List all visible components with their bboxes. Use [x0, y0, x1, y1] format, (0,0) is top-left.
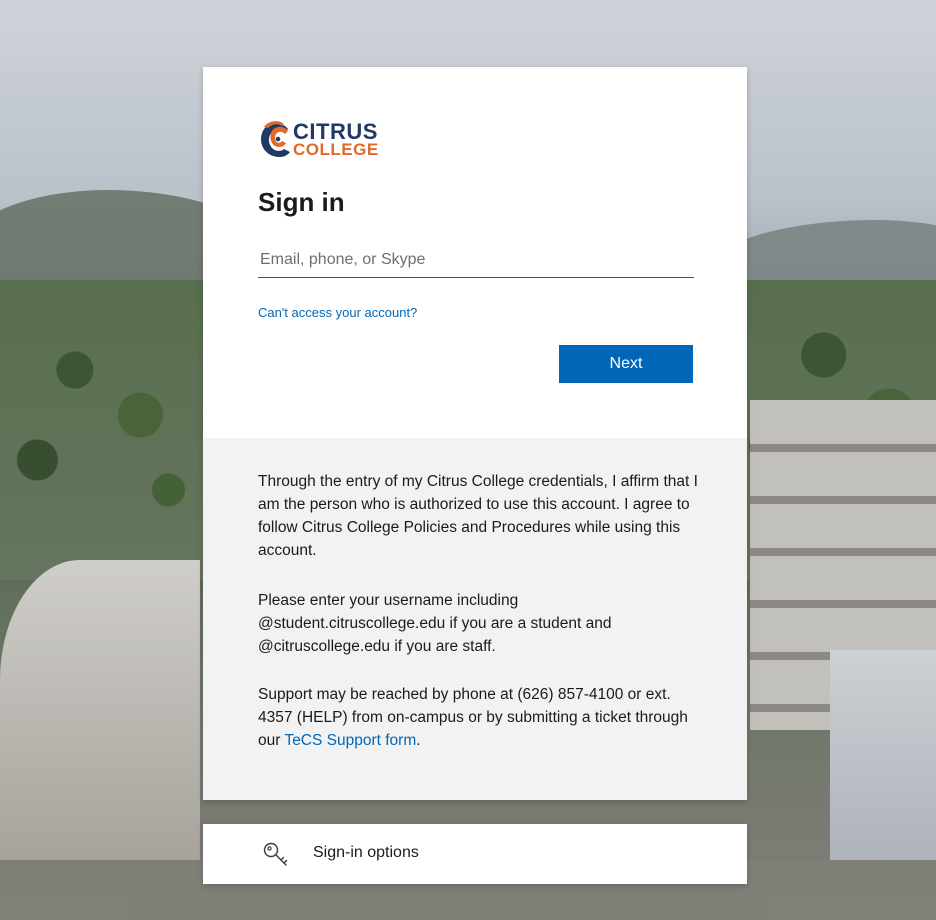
- email-field[interactable]: [258, 243, 694, 278]
- signin-options-button[interactable]: Sign-in options: [203, 824, 747, 884]
- username-instructions-text: Please enter your username including @st…: [258, 592, 612, 655]
- support-info-suffix: .: [416, 732, 421, 749]
- tecs-support-form-link[interactable]: TeCS Support form: [284, 732, 416, 749]
- citrus-college-logo: CITRUS COLLEGE: [258, 119, 398, 165]
- page-title: Sign in: [258, 187, 345, 217]
- credentials-affirmation-text: Through the entry of my Citrus College c…: [258, 473, 698, 559]
- signin-card: CITRUS COLLEGE Sign in Can't access your…: [203, 67, 747, 800]
- citrus-college-emblem-icon: [260, 121, 290, 157]
- terms-info-section: Through the entry of my Citrus College c…: [203, 438, 747, 800]
- signin-form-section: CITRUS COLLEGE Sign in Can't access your…: [203, 67, 747, 438]
- logo-text-college: COLLEGE: [293, 140, 379, 159]
- signin-options-label: Sign-in options: [313, 844, 419, 861]
- support-info-text: Support may be reached by phone at (626)…: [258, 683, 698, 752]
- next-button[interactable]: Next: [559, 345, 693, 383]
- cant-access-account-link[interactable]: Can't access your account?: [258, 305, 417, 320]
- key-icon: [263, 842, 288, 866]
